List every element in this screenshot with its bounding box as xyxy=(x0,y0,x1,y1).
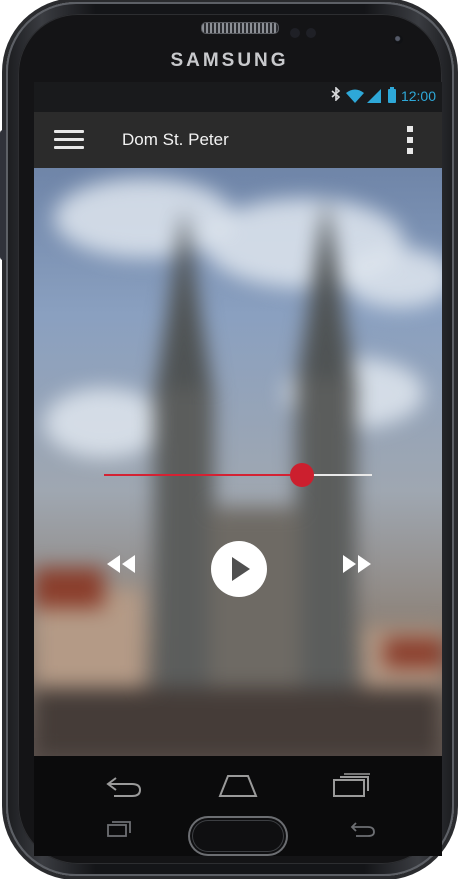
cathedral-image xyxy=(34,168,442,756)
page-title: Dom St. Peter xyxy=(122,130,229,149)
rewind-button[interactable] xyxy=(104,553,138,575)
wifi-icon xyxy=(345,89,364,103)
back-icon[interactable] xyxy=(106,774,144,798)
brand-logo: SAMSUNG xyxy=(170,50,289,71)
battery-icon xyxy=(387,86,396,103)
light-sensor xyxy=(306,28,316,38)
back-hardware-icon[interactable] xyxy=(350,820,376,838)
fast-forward-button[interactable] xyxy=(340,553,374,575)
front-camera xyxy=(394,35,403,44)
proximity-sensor xyxy=(290,28,300,38)
play-icon xyxy=(232,557,250,581)
recent-apps-icon[interactable] xyxy=(332,772,372,798)
volume-button[interactable] xyxy=(0,130,6,260)
app-bar: Dom St. Peter xyxy=(34,112,442,168)
hamburger-menu-icon[interactable] xyxy=(54,130,84,150)
background-photo xyxy=(34,168,442,756)
status-time: 12:00 xyxy=(400,87,436,104)
overflow-menu-icon[interactable] xyxy=(406,126,414,154)
seek-bar[interactable] xyxy=(104,463,372,487)
home-hardware-button[interactable] xyxy=(188,816,288,856)
status-bar: 12:00 xyxy=(34,82,442,112)
fast-forward-icon xyxy=(343,555,371,573)
recent-apps-hardware-icon[interactable] xyxy=(106,820,132,838)
play-button[interactable] xyxy=(211,541,267,597)
bluetooth-icon xyxy=(331,86,341,104)
signal-icon xyxy=(366,88,383,103)
screen: 12:00 Dom St. Peter xyxy=(34,82,442,756)
earpiece-speaker xyxy=(201,22,279,34)
home-icon[interactable] xyxy=(218,772,258,798)
rewind-icon xyxy=(107,555,135,573)
seek-bar-progress xyxy=(104,474,303,476)
